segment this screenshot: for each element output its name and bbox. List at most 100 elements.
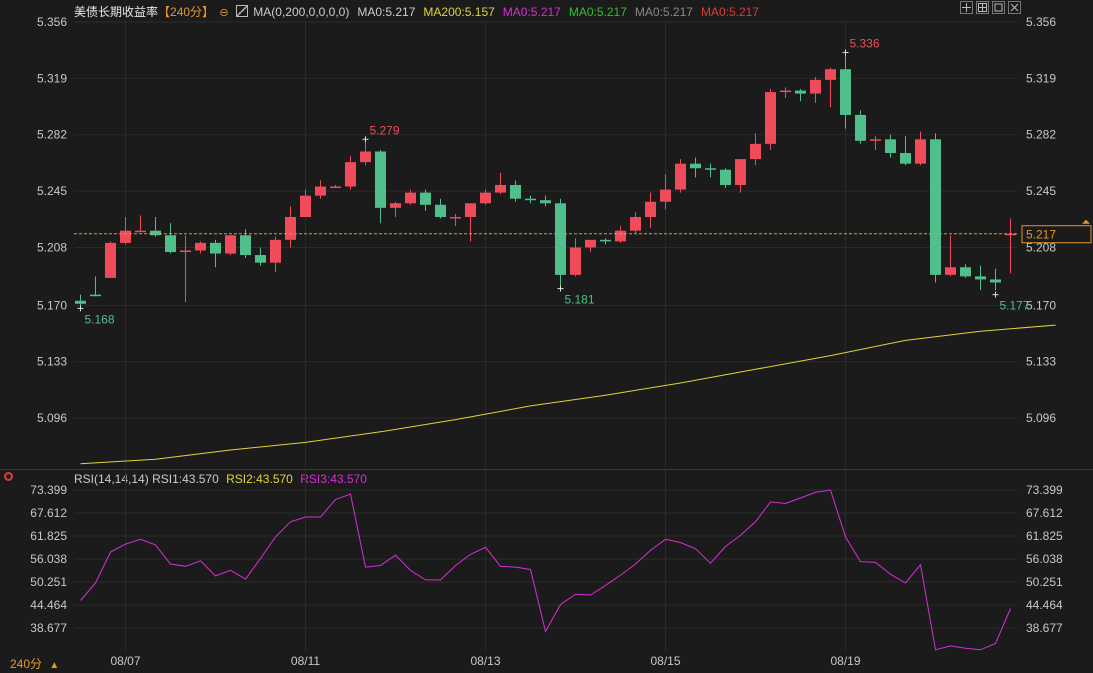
candle-body: [690, 163, 701, 169]
y-tick-left: 5.096: [37, 411, 67, 425]
candle-body: [315, 186, 326, 196]
y-tick-left: 5.319: [37, 71, 67, 85]
rsi-line: [80, 489, 1011, 651]
candle-body: [810, 79, 821, 94]
candle-body: [870, 139, 881, 141]
candle-body: [900, 153, 911, 164]
ma200-line: [80, 324, 1056, 465]
candle-body: [150, 230, 161, 236]
candles: [75, 52, 1016, 309]
candle-body: [945, 267, 956, 275]
y-tick-left: 5.356: [37, 15, 67, 29]
candle-body: [600, 239, 611, 242]
rsi-tick-right: 61.825: [1026, 529, 1063, 543]
candle-body: [555, 203, 566, 275]
candle-body: [495, 184, 506, 193]
y-tick-right: 5.170: [1026, 298, 1056, 312]
y-tick-left: 5.245: [37, 184, 67, 198]
candle-body: [750, 143, 761, 160]
candle-body: [195, 242, 206, 251]
x-tick-label: 08/11: [291, 654, 320, 668]
candle-body: [270, 239, 281, 263]
candle-body: [765, 92, 776, 144]
candle-body: [255, 255, 266, 263]
candle-body: [435, 204, 446, 217]
x-tick-label: 08/07: [110, 654, 140, 668]
y-tick-right: 5.319: [1026, 71, 1056, 85]
candle-body: [345, 162, 356, 187]
candle-body: [465, 203, 476, 217]
candle-body: [540, 200, 551, 204]
candle-body: [360, 151, 371, 163]
main-grid: [74, 21, 1017, 651]
y-tick-right: 5.282: [1026, 128, 1056, 142]
candle-body: [705, 168, 716, 170]
x-tick-label: 08/13: [470, 654, 500, 668]
candle-body: [615, 230, 626, 242]
candle-body: [930, 139, 941, 275]
candle-body: [525, 198, 536, 201]
candle-body: [735, 159, 746, 185]
candle-body: [780, 90, 791, 93]
candle-body: [285, 216, 296, 240]
candle-body: [405, 192, 416, 204]
rsi-tick-left: 38.677: [30, 621, 67, 635]
y-tick-right: 5.096: [1026, 411, 1056, 425]
candle-body: [975, 276, 986, 280]
price-tag-arrow-icon: [1082, 219, 1090, 224]
rsi-tick-right: 50.251: [1026, 575, 1063, 589]
candle-body: [210, 242, 221, 254]
candle-body: [165, 235, 176, 253]
candle-body: [840, 69, 851, 115]
x-tick-label: 08/19: [830, 654, 860, 668]
low-annotation: 5.168: [85, 312, 115, 326]
candle-body: [915, 139, 926, 164]
candle-body: [105, 242, 116, 278]
candle-body: [75, 300, 86, 304]
candle-body: [675, 163, 686, 190]
rsi-tick-right: 73.399: [1026, 483, 1063, 497]
candle-body: [510, 184, 521, 199]
candle-body: [180, 250, 191, 253]
candle-body: [420, 192, 431, 205]
candle-body: [225, 235, 236, 254]
candle-body: [375, 151, 386, 208]
candle-body: [240, 235, 251, 256]
rsi-tick-right: 44.464: [1026, 598, 1063, 612]
high-annotation: 5.279: [370, 123, 400, 137]
y-tick-left: 5.133: [37, 355, 67, 369]
rsi-tick-right: 56.038: [1026, 552, 1063, 566]
candle-body: [570, 247, 581, 275]
rsi-tick-left: 67.612: [30, 506, 67, 520]
y-tick-left: 5.170: [37, 298, 67, 312]
candle-body: [795, 90, 806, 94]
candle-body: [390, 203, 401, 208]
candle-body: [585, 239, 596, 248]
candle-body: [960, 267, 971, 277]
rsi-tick-right: 67.612: [1026, 506, 1063, 520]
rsi-tick-left: 44.464: [30, 598, 67, 612]
candle-body: [855, 114, 866, 141]
rsi-tick-right: 38.677: [1026, 621, 1063, 635]
candle-body: [300, 195, 311, 217]
candle-body: [720, 169, 731, 185]
rsi-tick-left: 50.251: [30, 575, 67, 589]
candle-body: [660, 189, 671, 202]
y-tick-right: 5.133: [1026, 355, 1056, 369]
candle-body: [885, 139, 896, 154]
y-tick-right: 5.356: [1026, 15, 1056, 29]
y-tick-left: 5.208: [37, 240, 67, 254]
candle-body: [630, 216, 641, 231]
rsi-tick-left: 61.825: [30, 529, 67, 543]
low-annotation: 5.181: [565, 293, 595, 307]
candle-body: [480, 192, 491, 204]
candle-body: [90, 294, 101, 297]
candle-body: [450, 216, 461, 219]
candle-body: [135, 230, 146, 233]
candle-body: [330, 186, 341, 189]
candle-body: [120, 230, 131, 243]
chart-canvas[interactable]: 5.356 5.356 5.319 5.319 5.282 5.282 5.245 5.245…: [0, 0, 1093, 673]
rsi-tick-left: 73.399: [30, 483, 67, 497]
candle-body: [990, 279, 1001, 283]
candle-body: [825, 69, 836, 80]
